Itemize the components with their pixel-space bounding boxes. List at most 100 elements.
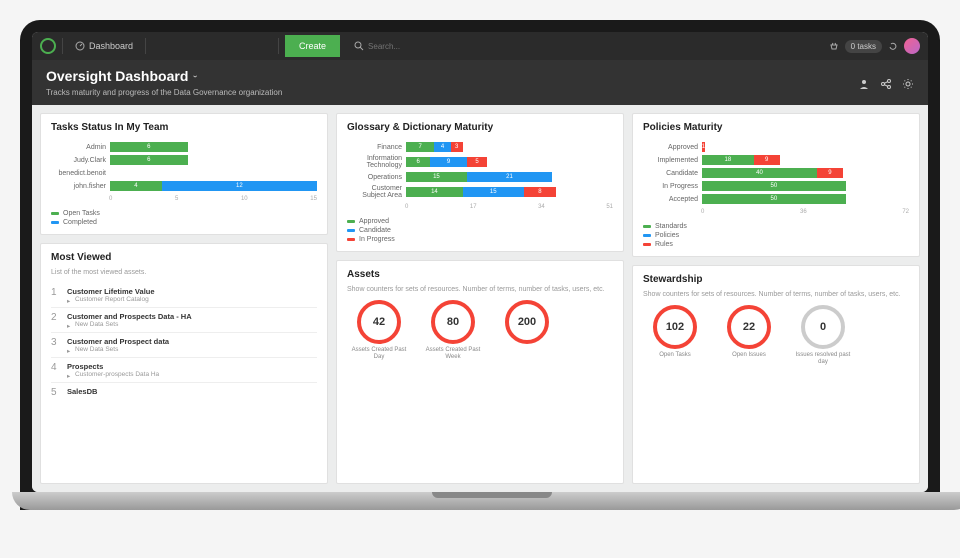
nav-dashboard-label: Dashboard [89, 41, 133, 51]
bar-label: Approved [643, 144, 698, 151]
bar-label: Candidate [643, 170, 698, 177]
card-policies: Policies Maturity Approved 1 Implemented… [632, 113, 920, 257]
rank: 4 [51, 362, 61, 378]
list-item[interactable]: 2 Customer and Prospects Data - HA ▸New … [51, 307, 317, 332]
legend: Approved Candidate In Progress [347, 218, 613, 243]
list-item[interactable]: 5 SalesDB [51, 382, 317, 402]
swatch-blue-icon [347, 229, 355, 232]
bar-row: john.fisher 412 [51, 181, 317, 191]
bar-label: Finance [347, 144, 402, 151]
brush-icon[interactable] [224, 41, 236, 51]
counter[interactable]: 200 [495, 300, 559, 360]
bar-segment: 9 [817, 168, 843, 178]
bar-label: Implemented [643, 157, 698, 164]
bar-label: Customer Subject Area [347, 185, 402, 199]
bar-label: In Progress [643, 183, 698, 190]
title-bar: Oversight Dashboard › Tracks maturity an… [32, 60, 928, 105]
bar-row: Candidate 409 [643, 168, 909, 178]
bar-segment: 3 [451, 142, 463, 152]
card-tasks-status: Tasks Status In My Team Admin 6 Judy.Cla… [40, 113, 328, 235]
bar-segment: 21 [467, 172, 552, 182]
settings-icon[interactable] [902, 77, 914, 89]
bar-segment: 12 [162, 181, 317, 191]
page-title: Oversight Dashboard › [46, 68, 197, 84]
bar-segment: 7 [406, 142, 434, 152]
title-actions [858, 77, 914, 89]
bar-segment: 8 [524, 187, 556, 197]
user-avatar[interactable] [904, 38, 920, 54]
bar-row: Information Technology 695 [347, 155, 613, 169]
gear-icon[interactable] [260, 41, 272, 51]
counter-label: Open Tasks [659, 352, 691, 359]
donut-ring: 0 [801, 305, 845, 349]
list-icon[interactable] [242, 41, 254, 51]
chevron-down-icon[interactable]: › [191, 75, 200, 78]
list-item[interactable]: 1 Customer Lifetime Value ▸Customer Repo… [51, 283, 317, 307]
counter[interactable]: 80 Assets Created Past Week [421, 300, 485, 360]
legend: Open Tasks Completed [51, 210, 317, 226]
item-primary: Customer and Prospects Data - HA [67, 312, 192, 321]
window-icon[interactable] [152, 41, 164, 51]
tree-icon[interactable] [170, 41, 182, 51]
counter[interactable]: 42 Assets Created Past Day [347, 300, 411, 360]
swatch-red-icon [347, 238, 355, 241]
list-item[interactable]: 3 Customer and Prospect data ▸New Data S… [51, 332, 317, 357]
refresh-icon[interactable] [206, 41, 218, 51]
document-icon[interactable] [188, 41, 200, 51]
counter[interactable]: 102 Open Tasks [643, 305, 707, 365]
donut-ring: 42 [357, 300, 401, 344]
swatch-green-icon [51, 212, 59, 215]
logo-icon[interactable] [40, 38, 56, 54]
counter[interactable]: 22 Open Issues [717, 305, 781, 365]
refresh-small-icon[interactable] [888, 41, 898, 51]
bar-segment: 15 [406, 172, 467, 182]
list-item[interactable]: 4 Prospects ▸Customer-prospects Data Ha [51, 357, 317, 382]
item-primary: SalesDB [67, 387, 97, 396]
bar-track: 14158 [406, 187, 613, 197]
counter[interactable]: 0 Issues resolved past day [791, 305, 855, 365]
search-input[interactable] [368, 42, 478, 51]
bar-label: Judy.Clark [51, 157, 106, 164]
bar-row: Operations 1521 [347, 172, 613, 182]
column-3: Policies Maturity Approved 1 Implemented… [632, 113, 920, 484]
share-icon[interactable] [880, 77, 892, 89]
bar-segment: 9 [754, 155, 780, 165]
dashboard-grid: Tasks Status In My Team Admin 6 Judy.Cla… [32, 105, 928, 492]
bar-label: john.fisher [51, 183, 106, 190]
card-glossary: Glossary & Dictionary Maturity Finance 7… [336, 113, 624, 252]
bar-segment: 18 [702, 155, 754, 165]
nav-separator [62, 38, 63, 54]
counter-label: Assets Created Past Day [347, 347, 411, 360]
search-box[interactable] [346, 41, 823, 51]
rank: 2 [51, 312, 61, 328]
card-stewardship: Stewardship Show counters for sets of re… [632, 265, 920, 484]
bar-row: Finance 743 [347, 142, 613, 152]
bar-label: Accepted [643, 196, 698, 203]
bar-row: Implemented 189 [643, 155, 909, 165]
nav-dashboard[interactable]: Dashboard [69, 37, 139, 55]
bar-track: 409 [702, 168, 909, 178]
dataset-icon: ▸ [67, 322, 73, 328]
donut-ring: 22 [727, 305, 771, 349]
card-most-viewed: Most Viewed List of the most viewed asse… [40, 243, 328, 484]
donut-ring: 200 [505, 300, 549, 344]
counter-label: Open Issues [732, 352, 766, 359]
bar-track: 6 [110, 155, 317, 165]
bar-segment: 50 [702, 194, 846, 204]
create-button[interactable]: Create [285, 35, 340, 57]
bar-segment: 6 [110, 155, 188, 165]
counter-label: Issues resolved past day [791, 352, 855, 365]
card-title: Stewardship [643, 274, 909, 285]
bar-segment: 5 [467, 157, 487, 167]
basket-icon[interactable] [829, 41, 839, 51]
swatch-red-icon [643, 243, 651, 246]
item-secondary: ▸New Data Sets [67, 346, 169, 353]
dataset-icon: ▸ [67, 347, 73, 353]
nav-separator [145, 38, 146, 54]
bar-track [110, 168, 317, 178]
bar-track: 412 [110, 181, 317, 191]
rank: 1 [51, 287, 61, 303]
tasks-pill[interactable]: 0 tasks [845, 40, 882, 53]
dataset-icon: ▸ [67, 297, 73, 303]
user-icon[interactable] [858, 77, 870, 89]
